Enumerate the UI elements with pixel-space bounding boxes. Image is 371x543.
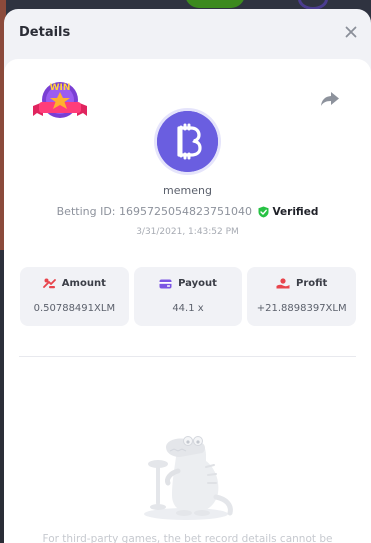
shield-check-icon [258,206,269,218]
modal-header: Details [4,9,371,56]
modal-title: Details [19,25,71,40]
divider [19,356,356,357]
stat-label-profit: Profit [296,278,328,289]
stat-card-payout: Payout 44.1 x [133,267,243,326]
share-icon[interactable] [320,91,340,107]
stat-card-amount: Amount 0.50788491XLM [20,267,129,326]
betting-id-row: Betting ID: 1695725054823751040 Verified [4,205,371,218]
details-content: WIN memeng Betting ID: 16957250548237510… [4,59,371,543]
background-button [185,0,245,8]
verified-badge: Verified [258,206,318,218]
bet-stats: Amount 0.50788491XLM Payout 44.1 x Profi… [20,267,357,326]
bet-timestamp: 3/31/2021, 1:43:52 PM [136,227,239,237]
empty-state-note: For third-party games, the bet record de… [42,533,333,543]
crocodile-mascot-icon [144,436,233,520]
amount-icon [42,278,56,289]
stat-label-amount: Amount [61,278,106,289]
avatar [157,111,218,172]
stat-value-amount: 0.50788491XLM [33,303,116,314]
betting-id-label: Betting ID: [56,205,119,218]
stat-value-profit: +21.8898397XLM [256,303,347,314]
win-badge-icon: WIN [33,82,87,118]
win-badge-text: WIN [50,83,71,93]
username: memeng [163,184,212,197]
betting-id-value: 1695725054823751040 [119,205,252,218]
stat-card-profit: Profit +21.8898397XLM [247,267,357,326]
bitcoin-icon [157,111,218,172]
details-modal: Details WIN memeng Betting ID: 169572505… [4,9,371,543]
stat-label-payout: Payout [178,278,217,289]
profit-icon [276,278,290,289]
stat-value-payout: 44.1 x [172,303,204,314]
close-icon[interactable] [343,24,359,40]
payout-icon [159,279,172,288]
verified-label: Verified [272,206,319,218]
